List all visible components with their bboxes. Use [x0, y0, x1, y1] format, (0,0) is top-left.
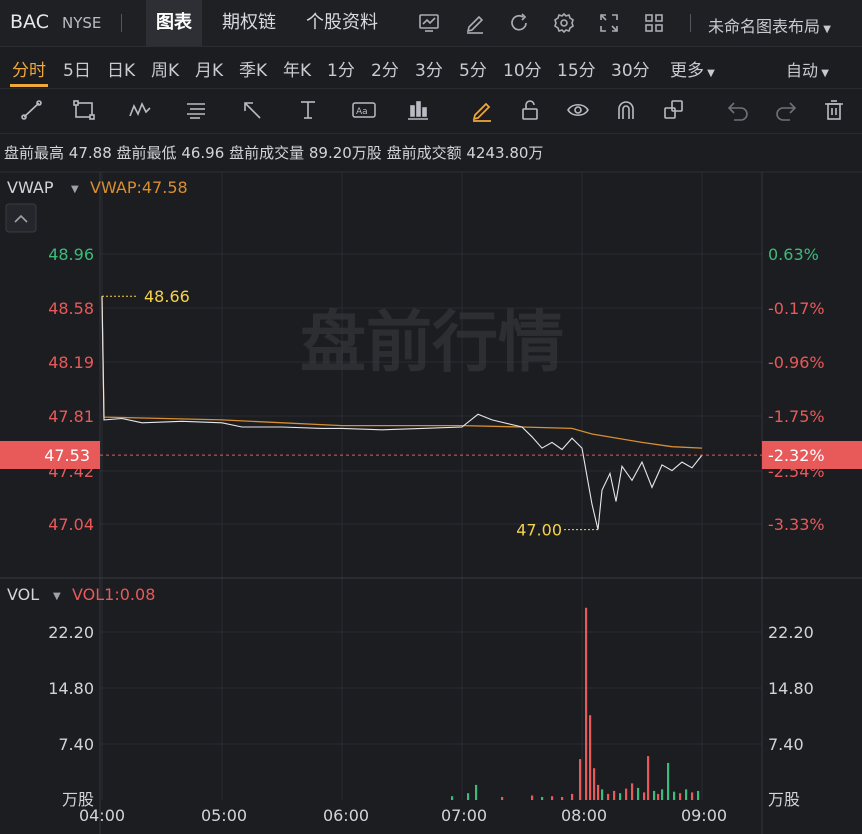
pct-tick: -0.17%	[768, 299, 825, 318]
volume-bar	[653, 790, 656, 800]
high-annotation: 48.66	[144, 287, 190, 306]
watermark: 盘前行情	[300, 304, 564, 381]
volume-bar	[673, 791, 676, 800]
volume-bar	[691, 792, 694, 800]
volume-bar	[647, 756, 650, 800]
x-tick: 06:00	[323, 806, 369, 825]
volume-indicator-label[interactable]: VOL	[7, 585, 39, 604]
volume-tick: 7.40	[58, 735, 94, 754]
volume-bar	[625, 788, 628, 800]
volume-bar	[541, 797, 544, 800]
volume-tick: 14.80	[768, 679, 814, 698]
volume-unit: 万股	[768, 790, 800, 809]
volume-bar	[501, 797, 504, 800]
volume-bar	[697, 790, 700, 800]
volume-bar	[601, 789, 604, 800]
volume-bar	[593, 768, 596, 800]
volume-bars	[451, 607, 700, 800]
chevron-down-icon[interactable]: ▼	[53, 591, 61, 602]
pct-tick: -3.33%	[768, 515, 825, 534]
vol-value: VOL1:0.08	[72, 585, 155, 604]
x-tick: 09:00	[681, 806, 727, 825]
volume-bar	[451, 796, 454, 800]
volume-tick: 7.40	[768, 735, 804, 754]
volume-bar	[631, 783, 634, 800]
x-tick: 08:00	[561, 806, 607, 825]
volume-bar	[467, 793, 470, 800]
intraday-chart[interactable]: 盘前行情 VWAP ▼ VWAP:47.58 48.96 48.58 48.19…	[0, 0, 862, 834]
volume-bar	[551, 796, 554, 800]
volume-bar	[589, 715, 592, 800]
volume-bar	[531, 795, 534, 800]
volume-bar	[679, 793, 682, 800]
volume-bar	[667, 762, 670, 800]
volume-tick: 22.20	[48, 623, 94, 642]
volume-bar	[613, 790, 616, 800]
chevron-down-icon[interactable]: ▼	[71, 184, 79, 195]
price-indicator-label[interactable]: VWAP	[7, 178, 54, 197]
volume-bar	[619, 793, 622, 800]
pct-tick: -1.75%	[768, 407, 825, 426]
pct-tick: 0.63%	[768, 245, 819, 264]
volume-tick: 14.80	[48, 679, 94, 698]
current-pct-value: -2.32%	[768, 446, 825, 465]
volume-bar	[585, 607, 588, 800]
price-tick: 47.81	[48, 407, 94, 426]
price-tick: 48.58	[48, 299, 94, 318]
chart-grid	[100, 172, 762, 800]
volume-bar	[597, 784, 600, 800]
low-annotation: 47.00	[516, 521, 562, 540]
x-tick: 04:00	[79, 806, 125, 825]
volume-bar	[607, 793, 610, 800]
price-tick: 47.04	[48, 515, 94, 534]
vwap-value: VWAP:47.58	[90, 178, 188, 197]
x-tick: 05:00	[201, 806, 247, 825]
volume-bar	[637, 787, 640, 800]
pct-tick: -0.96%	[768, 353, 825, 372]
price-tick: 48.19	[48, 353, 94, 372]
volume-bar	[571, 793, 574, 800]
volume-tick: 22.20	[768, 623, 814, 642]
volume-bar	[661, 789, 664, 800]
current-price-value: 47.53	[44, 446, 90, 465]
volume-bar	[657, 793, 660, 800]
x-tick: 07:00	[441, 806, 487, 825]
volume-bar	[643, 792, 646, 800]
volume-bar	[685, 789, 688, 800]
price-tick: 48.96	[48, 245, 94, 264]
volume-bar	[579, 759, 582, 800]
volume-bar	[561, 797, 564, 800]
volume-bar	[475, 784, 478, 800]
collapse-button[interactable]	[5, 203, 37, 233]
